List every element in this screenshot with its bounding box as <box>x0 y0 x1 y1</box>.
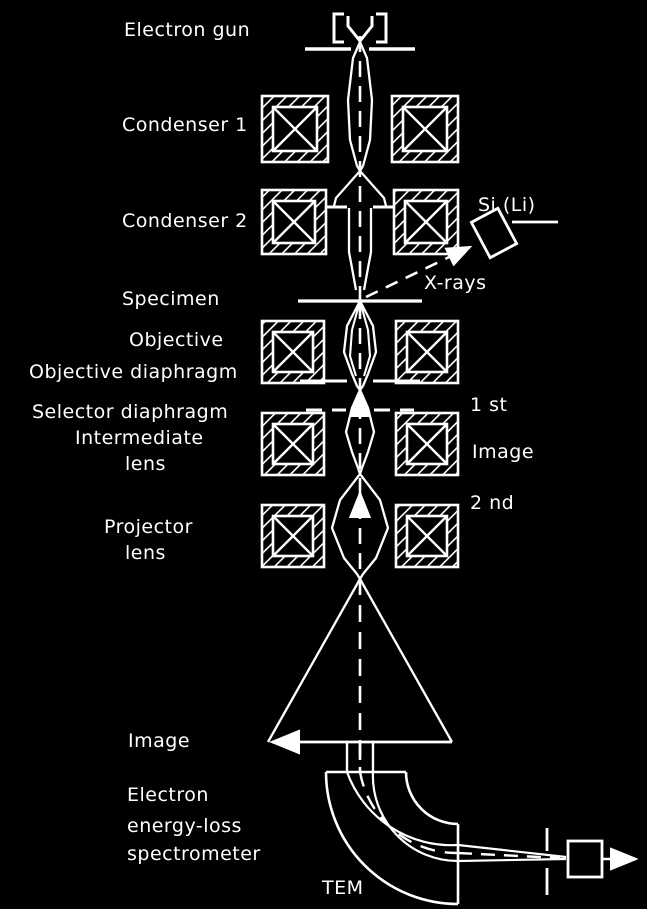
label-objective: Objective <box>129 329 224 351</box>
label-tem: TEM <box>322 877 364 899</box>
label-si-li-detector: Si (Li) <box>478 194 536 216</box>
label-condenser-2: Condenser 2 <box>122 210 248 232</box>
label-first: 1 st <box>470 394 508 416</box>
tem-diagram: Electron gun Condenser 1 Condenser 2 Spe… <box>0 0 647 909</box>
label-condenser-1: Condenser 1 <box>122 114 248 136</box>
spectrum-detector <box>566 839 639 879</box>
label-selector-diaphragm: Selector diaphragm <box>32 401 229 423</box>
condenser-1-lens <box>260 94 460 164</box>
diagram-vector-layer <box>260 12 639 906</box>
label-projector: Projector <box>104 516 193 538</box>
label-intermediate: Intermediate <box>75 427 204 449</box>
spectrometer-exit-beam <box>457 843 567 863</box>
label-electron-gun: Electron gun <box>124 19 251 41</box>
label-image: Image <box>128 730 191 752</box>
lens-coil-right <box>394 503 460 569</box>
lens-coil-left <box>260 503 326 569</box>
lens-coil-right <box>392 188 460 256</box>
label-first-image: Image <box>472 441 535 463</box>
label-objective-diaphragm: Objective diaphragm <box>29 361 238 383</box>
lens-coil-left <box>260 94 330 164</box>
label-projector-lens: lens <box>125 542 166 564</box>
lens-coil-right <box>394 319 460 385</box>
label-x-rays: X-rays <box>424 272 487 294</box>
label-eels-line-1: Electron <box>127 784 209 806</box>
lens-coil-left <box>260 188 328 256</box>
label-eels-line-3: spectrometer <box>127 843 261 865</box>
label-second: 2 nd <box>470 492 515 514</box>
lens-coil-right <box>394 411 460 477</box>
lens-coil-left <box>260 411 326 477</box>
lens-coil-left <box>260 319 326 385</box>
label-specimen: Specimen <box>122 288 220 310</box>
lens-coil-right <box>390 94 460 164</box>
label-eels-line-2: energy-loss <box>127 815 242 837</box>
label-intermediate-lens: lens <box>125 453 166 475</box>
